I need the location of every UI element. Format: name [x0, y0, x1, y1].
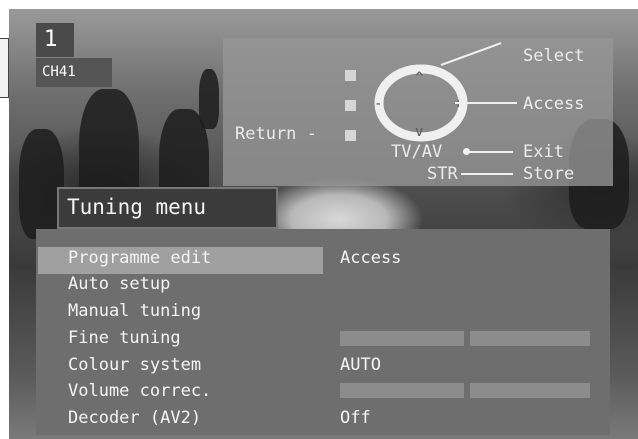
svg-text:+: + — [454, 96, 462, 112]
menu-item-programme-edit[interactable]: Programme edit — [68, 248, 211, 268]
menu-item-volume-correc[interactable]: Volume correc. — [68, 381, 211, 401]
tuning-menu: Programme edit Access Auto setup Manual … — [36, 229, 610, 435]
channel-number: 1 — [36, 23, 74, 57]
access-label: Access — [523, 94, 585, 114]
left-edge-frame — [0, 38, 9, 98]
menu-title-tab: Tuning menu — [57, 187, 278, 229]
menu-value-colour-system: AUTO — [340, 355, 381, 375]
fine-tuning-bar-left — [340, 331, 464, 346]
remote-help-panel: Return - ^ v - + TV/AV STR Select Access… — [223, 38, 613, 186]
menu-item-auto-setup[interactable]: Auto setup — [68, 274, 170, 294]
menu-item-fine-tuning[interactable]: Fine tuning — [68, 328, 181, 348]
menu-value-programme-edit: Access — [340, 248, 402, 268]
menu-item-manual-tuning[interactable]: Manual tuning — [68, 301, 201, 321]
menu-value-decoder-av2: Off — [340, 408, 371, 428]
tvav-label: TV/AV — [391, 142, 443, 162]
menu-title: Tuning menu — [67, 195, 207, 219]
exit-label: Exit — [523, 142, 564, 162]
menu-item-decoder-av2[interactable]: Decoder (AV2) — [68, 408, 201, 428]
volume-bar-right — [470, 383, 590, 398]
svg-text:^: ^ — [415, 70, 423, 86]
fine-tuning-bar-right — [470, 331, 590, 346]
channel-name: CH41 — [36, 58, 112, 87]
svg-text:-: - — [374, 96, 382, 112]
volume-bar-left — [340, 383, 464, 398]
select-label: Select — [523, 46, 585, 66]
svg-text:v: v — [415, 124, 423, 140]
menu-item-colour-system[interactable]: Colour system — [68, 355, 201, 375]
str-label: STR — [427, 164, 458, 184]
store-label: Store — [523, 164, 575, 184]
return-label: Return - — [235, 124, 317, 144]
